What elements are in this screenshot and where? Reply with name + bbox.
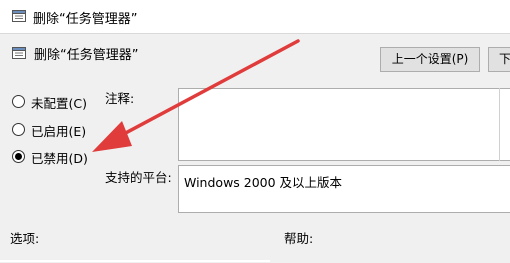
supported-platform-field: Windows 2000 及以上版本 xyxy=(178,165,510,213)
title-bar: 删除“任务管理器” xyxy=(0,0,510,34)
comment-textarea[interactable] xyxy=(178,88,510,161)
options-label: 选项: xyxy=(10,231,40,246)
radio-button[interactable] xyxy=(12,123,25,136)
comment-label: 注释: xyxy=(105,91,135,106)
policy-icon xyxy=(12,10,26,22)
divider xyxy=(0,260,270,262)
radio-selected-dot xyxy=(15,153,22,160)
policy-title: 删除“任务管理器” xyxy=(34,48,139,63)
radio-button[interactable] xyxy=(12,150,25,163)
scrollbar-track[interactable] xyxy=(499,88,500,161)
radio-label: 已禁用(D) xyxy=(31,151,88,166)
radio-label: 已启用(E) xyxy=(31,124,87,139)
previous-setting-button[interactable]: 上一个设置(P) xyxy=(380,47,480,72)
window-title: 删除“任务管理器” xyxy=(33,12,138,27)
policy-icon xyxy=(12,47,26,59)
policy-dialog: 删除“任务管理器” 删除“任务管理器” 上一个设置(P) 下 未配置(C) 已启… xyxy=(0,0,510,263)
supported-platform-value: Windows 2000 及以上版本 xyxy=(184,175,343,190)
supported-platform-label: 支持的平台: xyxy=(105,170,172,185)
radio-label: 未配置(C) xyxy=(31,96,87,111)
radio-button[interactable] xyxy=(12,95,25,108)
next-setting-button[interactable]: 下 xyxy=(488,47,510,72)
help-label: 帮助: xyxy=(284,231,314,246)
